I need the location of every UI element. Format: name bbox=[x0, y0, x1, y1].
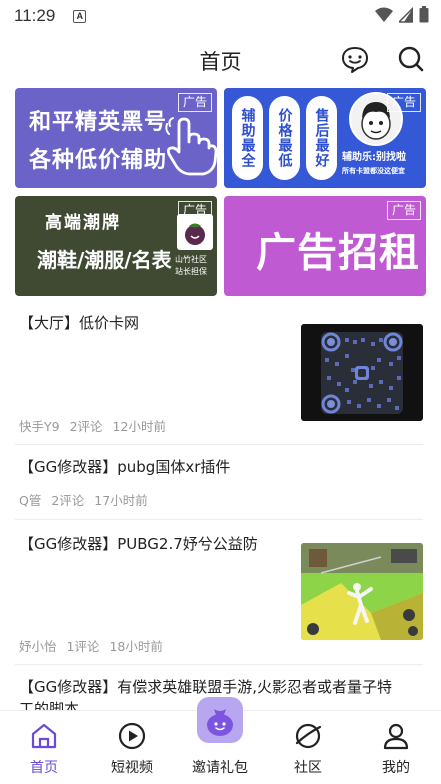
list-item[interactable]: 【大厅】低价卡网 快手Y9 2评论 12小时前 bbox=[19, 312, 423, 436]
pill-text: 辅助最全 bbox=[239, 108, 256, 168]
banner-title: 高端潮牌 bbox=[45, 213, 121, 233]
post-comments: 2评论 bbox=[51, 493, 85, 508]
ad-tag: 广告 bbox=[386, 93, 421, 112]
bottom-nav: 首页 短视频 邀请礼包 社区 我的 bbox=[0, 697, 441, 784]
divider bbox=[15, 519, 423, 520]
ad-banner-cheats[interactable]: 辅助最全 价格最低 售后最好 辅助乐:别找啦 所有卡盟都没这便宜 广告 bbox=[224, 88, 426, 188]
post-meta: Q管 2评论 17小时前 bbox=[19, 490, 148, 509]
post-comments: 2评论 bbox=[69, 419, 103, 434]
pill-text: 价格最低 bbox=[276, 108, 293, 168]
post-meta: 快手Y9 2评论 12小时前 bbox=[19, 416, 166, 435]
ad-banner-fashion[interactable]: 高端潮牌 潮鞋/潮服/名表 山竹社区 站长担保 广告 bbox=[15, 196, 217, 296]
wifi-icon bbox=[375, 7, 393, 22]
status-indicators bbox=[375, 6, 429, 23]
ad-tag: 广告 bbox=[177, 93, 212, 112]
pill-text: 售后最好 bbox=[313, 108, 330, 168]
nav-label: 首页 bbox=[30, 760, 58, 776]
nav-label: 社区 bbox=[294, 760, 322, 776]
chat-icon[interactable] bbox=[340, 44, 370, 74]
banner-caption: 辅助乐:别找啦 bbox=[342, 152, 406, 163]
status-bar: 11:29 A bbox=[0, 0, 441, 32]
banner-text: 广告招租 bbox=[256, 230, 420, 276]
banner-caption: 站长担保 bbox=[175, 267, 207, 276]
post-thumbnail-qr-code bbox=[301, 324, 423, 421]
nav-label: 我的 bbox=[382, 760, 410, 776]
banner-subcaption: 所有卡盟都没这便宜 bbox=[342, 167, 405, 175]
list-item[interactable]: 【GG修改器】PUBG2.7妤兮公益防 妤小怡 1评论 18小时前 bbox=[19, 533, 423, 657]
divider bbox=[15, 664, 423, 665]
planet-icon bbox=[295, 723, 322, 749]
post-time: 12小时前 bbox=[112, 419, 166, 434]
page-title: 首页 bbox=[199, 50, 242, 74]
ad-banner-rent[interactable]: 广告招租 广告 bbox=[224, 196, 426, 296]
search-icon[interactable] bbox=[396, 44, 426, 74]
banner-line1: 和平精英黑号 bbox=[29, 110, 168, 135]
post-title: 【GG修改器】pubg国体xr插件 bbox=[19, 458, 231, 476]
ad-banner-accounts[interactable]: 和平精英黑号 各种低价辅助 广告 bbox=[15, 88, 217, 188]
banner-main-text: 潮鞋/潮服/名表 bbox=[37, 248, 172, 272]
ad-tag: 广告 bbox=[177, 201, 212, 220]
signal-icon bbox=[399, 6, 413, 23]
status-time: 11:29 bbox=[14, 6, 56, 25]
list-item[interactable]: 【GG修改器】pubg国体xr插件 Q管 2评论 17小时前 bbox=[19, 456, 423, 512]
nav-profile[interactable]: 我的 bbox=[352, 711, 440, 784]
post-thumbnail-game-screenshot bbox=[301, 543, 423, 640]
post-title-line1: 【GG修改器】有偿求英雄联盟手游,火影忍者或者量子特 bbox=[19, 678, 393, 696]
banner-pill-1: 辅助最全 bbox=[232, 96, 263, 180]
banner-pill-2: 价格最低 bbox=[269, 96, 300, 180]
banner-pill-3: 售后最好 bbox=[306, 96, 337, 180]
header: 首页 bbox=[0, 38, 441, 82]
nav-short-video[interactable]: 短视频 bbox=[88, 711, 176, 784]
battery-icon bbox=[419, 6, 429, 23]
nav-community[interactable]: 社区 bbox=[264, 711, 352, 784]
banner-caption: 山竹社区 bbox=[175, 255, 207, 264]
post-time: 18小时前 bbox=[109, 639, 163, 654]
pointing-hand-icon bbox=[165, 117, 217, 176]
nav-label: 短视频 bbox=[111, 760, 153, 776]
post-time: 17小时前 bbox=[94, 493, 148, 508]
post-comments: 1评论 bbox=[66, 639, 100, 654]
nav-label: 邀请礼包 bbox=[192, 760, 248, 776]
home-icon bbox=[31, 723, 57, 749]
post-meta: 妤小怡 1评论 18小时前 bbox=[19, 636, 163, 655]
nav-home[interactable]: 首页 bbox=[0, 711, 88, 784]
divider bbox=[15, 444, 423, 445]
banner-line2: 各种低价辅助 bbox=[29, 148, 168, 173]
post-author: 快手Y9 bbox=[19, 419, 60, 434]
gift-bag-icon bbox=[197, 697, 243, 743]
post-author: Q管 bbox=[19, 493, 42, 508]
ad-tag: 广告 bbox=[386, 201, 421, 220]
user-icon bbox=[383, 723, 409, 750]
post-author: 妤小怡 bbox=[19, 639, 57, 654]
play-circle-icon bbox=[118, 722, 146, 750]
notification-icon: A bbox=[73, 9, 87, 23]
nav-invite-gift[interactable]: 邀请礼包 bbox=[176, 697, 264, 784]
